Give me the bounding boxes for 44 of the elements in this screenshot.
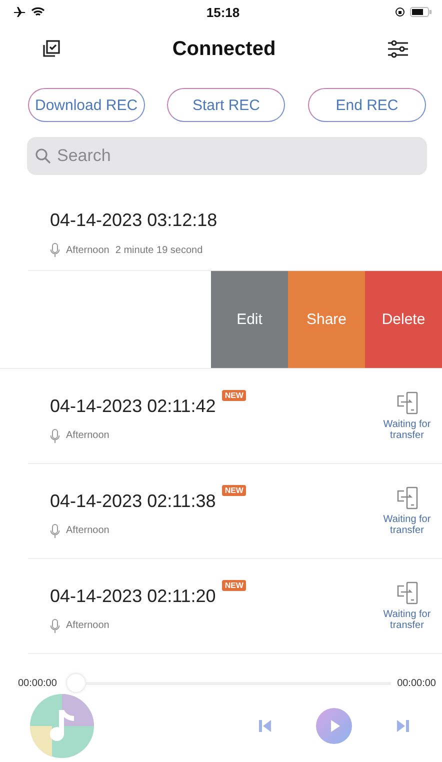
record-action-button[interactable]: End REC <box>308 88 426 122</box>
previous-icon[interactable] <box>258 719 272 733</box>
transfer-icon[interactable] <box>395 580 419 604</box>
swipe-action-button[interactable]: Delete <box>365 271 442 368</box>
microphone-icon <box>50 428 60 442</box>
next-icon[interactable] <box>396 719 410 733</box>
transfer-icon[interactable] <box>395 486 419 510</box>
microphone-icon <box>50 618 60 632</box>
recording-tag: Afternoon <box>66 620 110 631</box>
total-time: 00:00:00 <box>397 678 436 688</box>
new-badge: NEW <box>222 390 246 400</box>
swipe-action-button[interactable]: Share <box>288 271 365 368</box>
elapsed-time: 00:00:00 <box>18 678 57 688</box>
transfer-status: Waiting for transfer <box>382 418 432 442</box>
new-badge: NEW <box>222 484 246 496</box>
microphone-icon <box>50 243 60 257</box>
multi-select-icon[interactable] <box>42 40 60 58</box>
new-badge: NEW <box>222 580 246 590</box>
lock-rotation-icon <box>395 7 405 17</box>
page-title: Connected <box>172 38 276 60</box>
recording-tag: Afternoon <box>66 525 110 536</box>
recording-title[interactable]: 04-14-2023 02:11:20 <box>50 580 216 606</box>
transfer-status: Waiting for transfer <box>382 514 432 536</box>
status-time: 15:18 <box>206 4 240 20</box>
battery-icon <box>410 7 432 17</box>
recording-tag: Afternoon <box>66 430 110 441</box>
transfer-status: Waiting for transfer <box>382 608 432 632</box>
recording-title[interactable]: 04-14-2023 02:11:38 <box>50 484 216 512</box>
settings-icon[interactable] <box>388 40 408 58</box>
recording-tag: Afternoon <box>66 244 110 256</box>
recording-title[interactable]: 04-14-2023 03:12:18 <box>50 204 218 231</box>
search-field[interactable]: Search <box>27 137 427 175</box>
microphone-icon <box>50 524 60 538</box>
transfer-icon[interactable] <box>395 390 419 414</box>
recording-title[interactable]: 04-14-2023 02:11:42 <box>50 390 216 416</box>
swipe-action-button[interactable]: Edit <box>211 271 288 368</box>
record-action-button[interactable]: Start REC <box>167 88 286 122</box>
record-action-button[interactable]: Download REC <box>28 88 145 122</box>
search-icon <box>35 148 51 164</box>
play-icon[interactable] <box>316 708 352 744</box>
music-note-icon <box>30 694 94 758</box>
airplane-icon <box>14 7 26 17</box>
wifi-icon <box>31 7 45 17</box>
recording-duration: 2 minute 19 second <box>115 244 203 256</box>
